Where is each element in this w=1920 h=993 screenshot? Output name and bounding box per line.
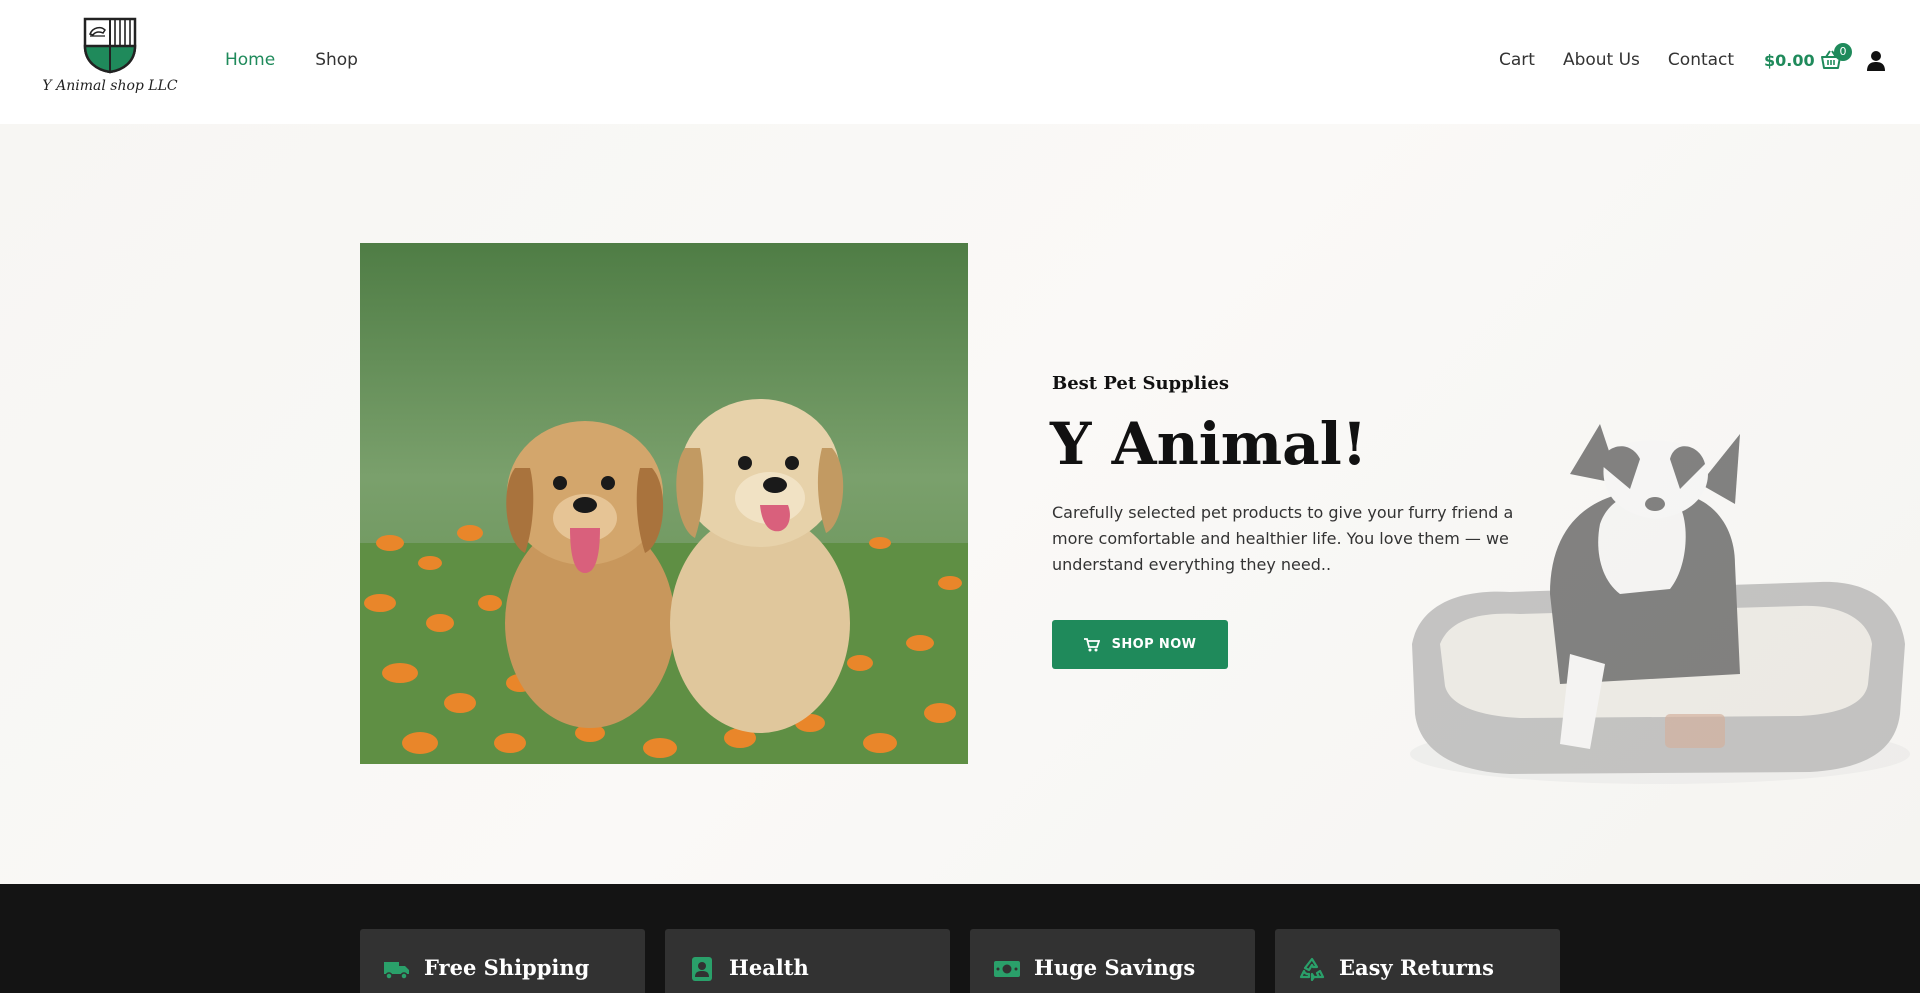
nav-home[interactable]: Home	[225, 50, 275, 70]
cart-count-badge: 0	[1834, 43, 1852, 61]
feature-easy-returns: Easy Returns	[1275, 929, 1560, 993]
shield-logo-icon	[83, 17, 137, 74]
feature-huge-savings: Huge Savings	[970, 929, 1255, 993]
health-card-icon	[689, 957, 715, 981]
feature-title: Easy Returns	[1339, 955, 1494, 980]
shop-now-button[interactable]: SHOP NOW	[1052, 620, 1228, 669]
hero-background-dog-bed-image	[1400, 414, 1920, 804]
money-icon	[994, 957, 1020, 981]
hero-puppies-image	[360, 243, 968, 764]
nav-contact[interactable]: Contact	[1668, 50, 1734, 70]
features-strip: Free Shipping Health Huge Savings Easy R…	[0, 884, 1920, 993]
nav-cart[interactable]: Cart	[1499, 50, 1535, 70]
logo-text: Y Animal shop LLC	[42, 78, 178, 94]
feature-health: Health	[665, 929, 950, 993]
recycle-icon	[1299, 957, 1325, 982]
site-logo[interactable]: Y Animal shop LLC	[42, 16, 178, 104]
shop-now-label: SHOP NOW	[1111, 637, 1197, 652]
hero-kicker: Best Pet Supplies	[1052, 373, 1229, 394]
user-account-icon[interactable]	[1866, 50, 1886, 72]
feature-title: Free Shipping	[424, 955, 590, 980]
feature-title: Health	[729, 955, 809, 980]
nav-about-us[interactable]: About Us	[1563, 50, 1640, 70]
primary-nav: Home Shop	[225, 50, 358, 70]
truck-icon	[384, 957, 410, 981]
hero-description: Carefully selected pet products to give …	[1052, 503, 1514, 574]
hero-title: Y Animal!	[1050, 410, 1368, 478]
cart-icon	[1083, 637, 1100, 651]
nav-shop[interactable]: Shop	[315, 50, 358, 70]
cart-total[interactable]: $0.00	[1764, 51, 1815, 70]
hero-section: Best Pet Supplies Y Animal! Carefully se…	[0, 124, 1920, 884]
feature-title: Huge Savings	[1034, 955, 1196, 980]
feature-free-shipping: Free Shipping	[360, 929, 645, 993]
site-header: Y Animal shop LLC Home Shop Cart About U…	[0, 0, 1920, 124]
secondary-nav: Cart About Us Contact	[1499, 50, 1734, 70]
